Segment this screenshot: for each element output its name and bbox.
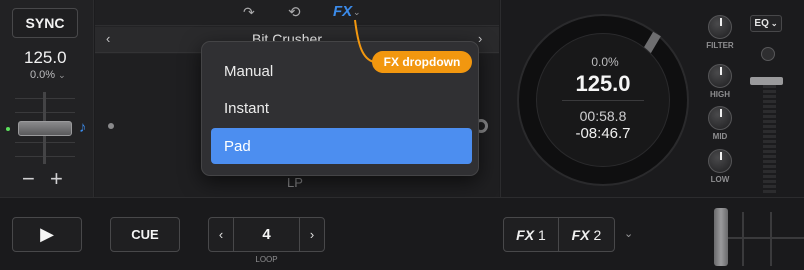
chevron-left-icon: ‹ (218, 227, 224, 242)
fx2-number: 2 (593, 226, 602, 243)
chevron-down-icon[interactable]: ⌄ (624, 227, 633, 240)
dropdown-item-pad[interactable]: Pad (211, 128, 472, 164)
pitch-fader-handle[interactable] (18, 121, 72, 136)
fx1-number: 1 (538, 226, 546, 243)
low-eq-knob[interactable] (708, 149, 732, 173)
loop-label: LOOP (255, 255, 278, 264)
knob-indicator (720, 109, 722, 117)
next-effect-button[interactable]: › (478, 31, 482, 46)
loop-arrow-icon[interactable]: ↷ (243, 4, 255, 21)
center-indicator (6, 127, 10, 131)
repeat-icon[interactable]: ⟲ (288, 3, 301, 21)
gain-knob[interactable] (761, 47, 775, 61)
pitch-dropdown[interactable]: 0.0% ⌄ (30, 69, 66, 81)
knob-indicator (720, 67, 722, 75)
bpm-readout: 125.0 (24, 48, 67, 67)
dropdown-item-instant[interactable]: Instant (211, 90, 472, 126)
pitch-plus-button[interactable]: + (50, 168, 63, 190)
sync-button[interactable]: SYNC (12, 8, 78, 38)
fx1-button[interactable]: FX 1 (504, 218, 559, 251)
play-button[interactable]: ▶ (12, 217, 82, 252)
pad-indicator-dot (108, 123, 114, 129)
chevron-down-icon: ⌄ (770, 19, 778, 28)
fx2-button[interactable]: FX 2 (559, 218, 614, 251)
pad-filter-label: LP (287, 175, 303, 190)
knob-indicator (720, 152, 722, 160)
remaining-time: -08:46.7 (575, 125, 631, 142)
pitch-value: 0.0% (30, 69, 56, 81)
knob-indicator (720, 18, 722, 26)
low-eq-label: LOW (710, 175, 730, 184)
fx-tab[interactable]: FX (333, 3, 352, 20)
crossfader-track (726, 237, 804, 239)
loop-length[interactable]: 4 (234, 218, 299, 251)
mid-eq-knob[interactable] (708, 106, 732, 130)
play-icon: ▶ (40, 224, 54, 244)
fx-dropdown-callout: FX dropdown (372, 51, 472, 73)
elapsed-time: 00:58.8 (579, 108, 627, 124)
previous-effect-button[interactable]: ‹ (106, 31, 110, 46)
high-eq-label: HIGH (710, 90, 730, 99)
fx1-prefix: FX (516, 226, 535, 243)
jog-pitch-readout: 0.0% (591, 55, 619, 69)
loop-increase-button[interactable]: › (299, 218, 324, 251)
volume-meter (763, 80, 776, 195)
crossfader-tick (770, 212, 772, 266)
eq-mode-dropdown[interactable]: EQ ⌄ (750, 15, 782, 32)
chevron-right-icon: › (309, 227, 315, 242)
filter-knob[interactable] (708, 15, 732, 39)
chevron-down-icon: ⌄ (58, 70, 66, 80)
high-eq-knob[interactable] (708, 64, 732, 88)
crossfader-handle[interactable] (714, 208, 728, 266)
fx2-prefix: FX (571, 226, 590, 243)
jog-bpm-readout: 125.0 (575, 71, 631, 96)
crossfader-tick (742, 212, 744, 266)
jog-divider (562, 100, 644, 101)
volume-fader-handle[interactable] (750, 77, 783, 85)
loop-decrease-button[interactable]: ‹ (209, 218, 234, 251)
filter-label: FILTER (706, 41, 734, 50)
eq-label: EQ (754, 18, 769, 29)
mid-eq-label: MID (712, 132, 728, 141)
keylock-icon[interactable]: ♪ (79, 119, 87, 136)
chevron-down-icon[interactable]: ⌄ (353, 7, 361, 18)
cue-button[interactable]: CUE (110, 217, 180, 252)
pitch-minus-button[interactable]: − (22, 168, 35, 190)
